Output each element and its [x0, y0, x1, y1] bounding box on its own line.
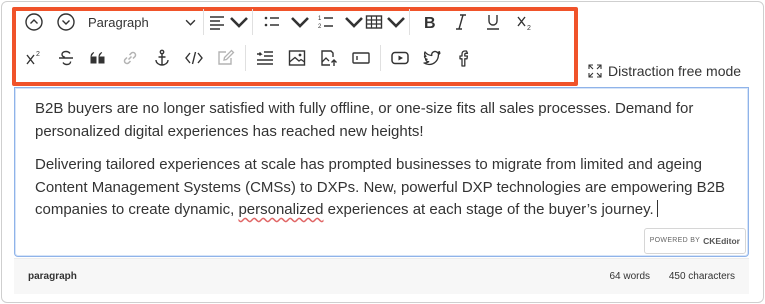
toolbar-row-2: 2 [18, 42, 480, 74]
upload-image-icon [321, 50, 337, 66]
increase-indent-button[interactable] [18, 7, 50, 37]
twitter-icon [423, 50, 441, 66]
editor-content[interactable]: B2B buyers are no longer satisfied with … [14, 87, 749, 257]
subscript-button[interactable]: 2 [509, 7, 541, 37]
characters-count: 450 characters [668, 271, 735, 282]
underline-button[interactable] [477, 7, 509, 37]
block-quote-icon [90, 52, 105, 64]
paragraph-2-text-after: experiences at each stage of the buyer’s… [323, 201, 654, 218]
toolbar-separator [252, 9, 253, 35]
superscript-button[interactable]: 2 [18, 43, 50, 73]
alignment-dropdown[interactable] [207, 7, 249, 37]
italic-icon [456, 14, 466, 30]
page-break-button[interactable] [249, 43, 281, 73]
link-icon [123, 51, 137, 65]
decrease-indent-icon [57, 13, 75, 31]
anchor-button[interactable] [146, 43, 178, 73]
insert-table-icon [365, 15, 383, 29]
svg-text:2: 2 [527, 25, 531, 32]
code-icon [185, 51, 203, 65]
chevron-down-icon [387, 17, 405, 28]
bold-icon: B [424, 15, 436, 32]
subscript-icon: 2 [517, 16, 531, 32]
bulleted-list-button[interactable] [256, 7, 288, 37]
youtube-icon [391, 51, 409, 65]
page-break-icon [257, 51, 273, 65]
svg-text:2: 2 [318, 24, 322, 30]
svg-text:1: 1 [318, 16, 322, 22]
block-quote-button[interactable] [82, 43, 114, 73]
chevron-down-icon [185, 19, 196, 26]
svg-text:B: B [424, 15, 436, 32]
alignment-icon [210, 16, 224, 30]
word-count: 64 words 450 characters [593, 271, 735, 282]
insert-image-button[interactable] [281, 43, 313, 73]
facebook-button[interactable] [448, 43, 480, 73]
bulleted-list-icon [264, 16, 279, 27]
numbered-list-dropdown[interactable] [342, 7, 364, 37]
code-button[interactable] [178, 43, 210, 73]
powered-by-label: POWERED BY [649, 236, 701, 244]
expand-icon [588, 64, 602, 78]
misspelled-word: personalized [238, 201, 324, 218]
toolbar-row-1: Paragraph 12 B 2 [18, 6, 541, 38]
numbered-list-icon: 12 [318, 16, 333, 30]
chevron-down-icon [345, 17, 363, 28]
distraction-free-button[interactable]: Distraction free mode [588, 63, 741, 79]
insert-image-icon [288, 50, 306, 66]
edit-icon [218, 49, 235, 65]
distraction-free-label: Distraction free mode [608, 63, 742, 79]
facebook-icon [459, 50, 469, 67]
chevron-down-icon [230, 17, 248, 28]
edit-button[interactable] [210, 43, 242, 73]
heading-dropdown-value: Paragraph [88, 14, 149, 30]
paragraph-2: Delivering tailored experiences at scale… [35, 154, 728, 222]
superscript-icon: 2 [26, 51, 40, 65]
link-button[interactable] [114, 43, 146, 73]
increase-indent-icon [25, 13, 43, 31]
toolbar-separator [380, 45, 381, 71]
toolbar-separator [245, 45, 246, 71]
decrease-indent-button[interactable] [50, 7, 82, 37]
text-field-icon [352, 52, 370, 64]
powered-by-badge[interactable]: POWERED BY CKEditor [643, 227, 746, 254]
status-bar: paragraph 64 words 450 characters [14, 258, 749, 294]
element-path[interactable]: paragraph [28, 271, 77, 282]
italic-button[interactable] [445, 7, 477, 37]
chevron-down-icon [291, 17, 309, 28]
twitter-button[interactable] [416, 43, 448, 73]
text-field-button[interactable] [345, 43, 377, 73]
underline-icon [487, 15, 499, 30]
insert-table-dropdown[interactable] [364, 7, 406, 37]
numbered-list-button[interactable]: 12 [310, 7, 342, 37]
words-count: 64 words [609, 271, 651, 282]
youtube-button[interactable] [384, 43, 416, 73]
bulleted-list-dropdown[interactable] [288, 7, 310, 37]
toolbar-separator [203, 9, 204, 35]
svg-text:2: 2 [36, 51, 40, 58]
toolbar-separator [409, 9, 410, 35]
bold-button[interactable]: B [413, 7, 445, 37]
text-caret [656, 200, 658, 217]
strikethrough-button[interactable] [50, 43, 82, 73]
heading-dropdown[interactable]: Paragraph [82, 7, 200, 37]
ckeditor-brand: CKEditor [703, 235, 740, 246]
upload-image-button[interactable] [313, 43, 345, 73]
paragraph-1: B2B buyers are no longer satisfied with … [35, 100, 694, 140]
anchor-icon [155, 49, 169, 66]
strikethrough-icon [59, 50, 73, 66]
